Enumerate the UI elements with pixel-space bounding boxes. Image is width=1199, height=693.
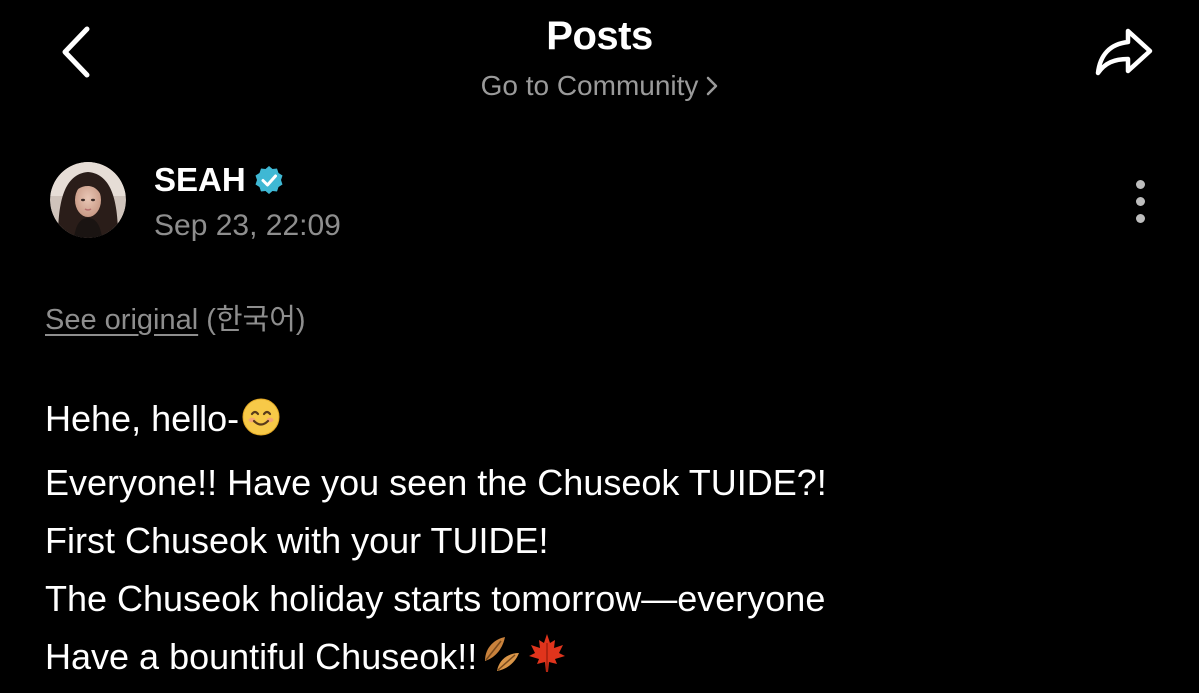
more-vertical-icon-dot — [1135, 196, 1145, 206]
chevron-right-icon — [707, 76, 718, 96]
verified-badge-icon — [255, 166, 283, 194]
share-button[interactable] — [1089, 22, 1159, 82]
post-text-line: Have a bountiful Chuseok!! — [45, 628, 1155, 692]
avatar-photo — [50, 162, 126, 238]
more-vertical-icon-dot — [1135, 213, 1145, 223]
author-info: SEAH Sep 23, 22:09 — [154, 162, 341, 244]
original-language-label: (한국어) — [206, 304, 306, 336]
post-text-line: The Chuseok holiday starts tomorrow—ever… — [45, 578, 826, 619]
falling-leaves-emoji — [479, 631, 523, 692]
more-options-button[interactable] — [1120, 176, 1160, 226]
share-arrow-icon — [1095, 28, 1153, 76]
post-author-row: SEAH Sep 23, 22:09 — [50, 162, 1160, 252]
see-original-link[interactable]: See original — [45, 304, 198, 336]
translation-notice: See original (한국어) — [45, 300, 306, 340]
community-link-label: Go to Community — [480, 70, 699, 101]
post-text-line-content: Have a bountiful Chuseok!! — [45, 636, 478, 677]
smiling-face-emoji — [241, 396, 281, 454]
more-vertical-icon-dot — [1135, 179, 1145, 189]
page-title: Posts — [546, 14, 653, 58]
avatar[interactable] — [50, 162, 126, 238]
author-name[interactable]: SEAH — [154, 162, 246, 198]
post-body: Hehe, hello- Everyone!! Have you seen th… — [45, 390, 1155, 692]
post-text-line: First Chuseok with your TUIDE! — [45, 520, 549, 561]
post-text-line: Hehe, hello- — [45, 390, 1155, 454]
title-block: Posts Go to Community — [0, 10, 1199, 104]
post-text-line: Everyone!! Have you seen the Chuseok TUI… — [45, 462, 827, 503]
top-bar: Posts Go to Community — [0, 0, 1199, 120]
author-name-line: SEAH — [154, 162, 341, 198]
post-text-line-content: Hehe, hello- — [45, 398, 240, 439]
maple-leaf-emoji — [525, 631, 569, 692]
post-timestamp: Sep 23, 22:09 — [154, 209, 341, 242]
go-to-community-link[interactable]: Go to Community — [481, 68, 719, 104]
